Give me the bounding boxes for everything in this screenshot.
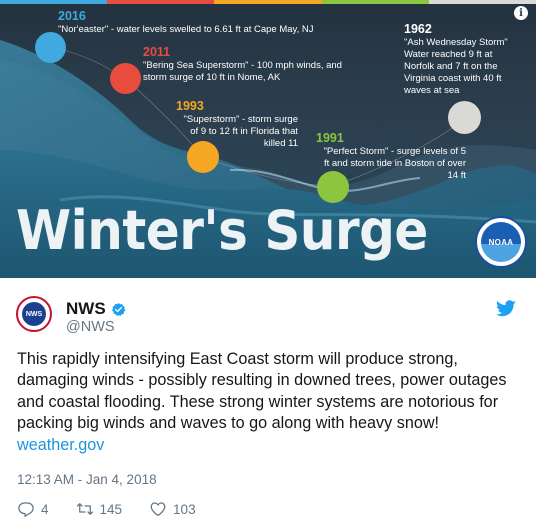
noaa-logo-text: NOAA xyxy=(481,222,521,262)
reply-count: 4 xyxy=(41,501,49,517)
reply-button[interactable]: 4 xyxy=(17,500,49,518)
avatar[interactable]: NWS xyxy=(16,296,52,332)
author-row: NWS xyxy=(66,299,126,319)
noaa-logo: NOAA xyxy=(475,216,527,268)
retweet-icon xyxy=(76,503,93,515)
tweet-card: NWS NWS @NWS This rapidly intensifying E… xyxy=(0,278,536,531)
action-bar: 4 145 103 xyxy=(17,500,223,518)
event-year: 1993 xyxy=(176,99,204,113)
like-count: 103 xyxy=(173,501,196,517)
strip-segment xyxy=(107,0,215,4)
event-description: "Perfect Storm" - surge levels of 5 ft a… xyxy=(323,146,466,181)
display-name[interactable]: NWS xyxy=(66,299,106,319)
timestamp[interactable]: 12:13 AM - Jan 4, 2018 xyxy=(17,472,157,487)
event-1962: 1962 "Ash Wednesday Storm" Water reached… xyxy=(404,22,522,97)
event-2016: 2016 "Nor'easter" - water levels swelled… xyxy=(58,9,378,36)
color-strip xyxy=(0,0,536,4)
winters-surge-infographic[interactable]: 2016 "Nor'easter" - water levels swelled… xyxy=(0,0,536,278)
event-1991: 1991 "Perfect Storm" - surge levels of 5… xyxy=(316,131,466,182)
retweet-count: 145 xyxy=(99,501,123,517)
strip-segment xyxy=(428,0,536,4)
avatar-text: NWS xyxy=(22,302,46,326)
tweet-link[interactable]: weather.gov xyxy=(17,436,104,454)
strip-segment xyxy=(321,0,429,4)
twitter-bird-icon[interactable] xyxy=(496,300,516,317)
timeline-dot-2011 xyxy=(110,63,141,94)
timeline-dot-1962 xyxy=(448,101,481,134)
tweet-body: This rapidly intensifying East Coast sto… xyxy=(17,350,507,433)
like-button[interactable]: 103 xyxy=(149,500,196,518)
event-1993: 1993 "Superstorm" - storm surge of 9 to … xyxy=(176,99,298,150)
tweet-text: This rapidly intensifying East Coast sto… xyxy=(17,349,522,456)
info-icon[interactable]: i xyxy=(514,6,528,20)
strip-segment xyxy=(0,0,108,4)
event-year: 1962 xyxy=(404,22,432,36)
event-year: 2011 xyxy=(143,45,171,59)
event-description: "Ash Wednesday Storm" Water reached 9 ft… xyxy=(404,37,508,96)
timeline-dot-2016 xyxy=(35,32,66,63)
infographic-title: Winter's Surge xyxy=(16,199,428,262)
verified-badge-icon xyxy=(111,302,126,316)
event-description: "Nor'easter" - water levels swelled to 6… xyxy=(58,24,314,35)
event-2011: 2011 "Bering Sea Superstorm" - 100 mph w… xyxy=(143,45,343,84)
handle[interactable]: @NWS xyxy=(66,319,115,335)
strip-segment xyxy=(214,0,322,4)
event-description: "Bering Sea Superstorm" - 100 mph winds,… xyxy=(143,60,342,83)
event-year: 2016 xyxy=(58,9,86,23)
reply-icon xyxy=(18,502,34,517)
retweet-button[interactable]: 145 xyxy=(76,500,123,518)
event-year: 1991 xyxy=(316,131,344,145)
event-description: "Superstorm" - storm surge of 9 to 12 ft… xyxy=(183,114,298,149)
like-icon xyxy=(150,502,166,517)
